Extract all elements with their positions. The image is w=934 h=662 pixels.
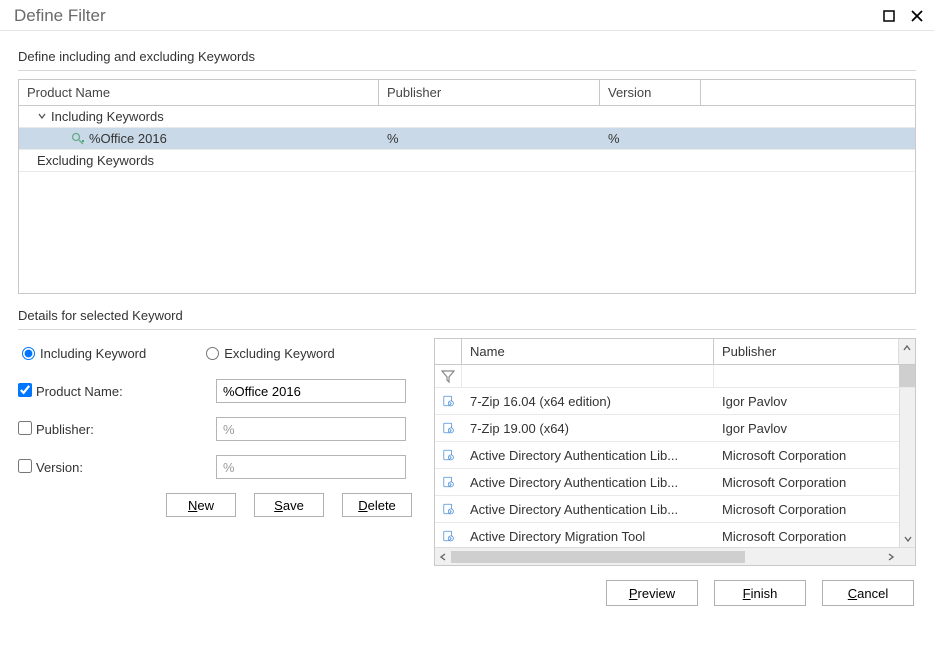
footer-buttons: Preview Finish Cancel — [18, 580, 916, 606]
window-controls — [882, 9, 924, 23]
cancel-button[interactable]: Cancel — [822, 580, 914, 606]
results-header-publisher[interactable]: Publisher — [714, 339, 898, 364]
maximize-icon — [883, 10, 895, 22]
app-icon — [435, 475, 462, 489]
excluding-radio-label: Excluding Keyword — [224, 346, 335, 361]
result-publisher: Microsoft Corporation — [714, 448, 899, 463]
header-extra — [701, 80, 915, 105]
result-name: Active Directory Migration Tool — [462, 529, 714, 544]
scroll-down-button[interactable] — [900, 531, 915, 547]
list-item[interactable]: Active Directory Authentication Lib...Mi… — [435, 469, 899, 496]
divider — [18, 70, 916, 71]
excluding-group-label: Excluding Keywords — [37, 153, 154, 168]
filter-icon-cell[interactable] — [435, 365, 462, 387]
app-icon — [435, 502, 462, 516]
result-publisher: Igor Pavlov — [714, 421, 899, 436]
product-name-label: Product Name: — [36, 384, 216, 399]
details-label: Details for selected Keyword — [18, 308, 916, 323]
horizontal-scrollbar[interactable] — [435, 547, 915, 565]
excluding-keywords-group[interactable]: Excluding Keywords — [19, 150, 915, 172]
results-filter-row — [435, 365, 915, 388]
preview-button[interactable]: Preview — [606, 580, 698, 606]
results-header-icon — [435, 339, 462, 364]
details-section: Details for selected Keyword Including K… — [18, 308, 916, 566]
close-button[interactable] — [910, 9, 924, 23]
keywords-grid-body: Including Keywords %Office 2016 % % Excl… — [19, 106, 915, 293]
results-body: 7-Zip 16.04 (x64 edition)Igor Pavlov7-Zi… — [435, 388, 915, 547]
new-button[interactable]: New — [166, 493, 236, 517]
keyword-icon — [71, 132, 85, 146]
including-radio-label: Including Keyword — [40, 346, 146, 361]
content: Define including and excluding Keywords … — [0, 31, 934, 618]
list-item[interactable]: 7-Zip 16.04 (x64 edition)Igor Pavlov — [435, 388, 899, 415]
titlebar: Define Filter — [0, 0, 934, 31]
header-product-name[interactable]: Product Name — [19, 80, 379, 105]
including-group-label: Including Keywords — [51, 109, 164, 124]
keywords-grid-header: Product Name Publisher Version — [19, 80, 915, 106]
excluding-radio-input[interactable] — [206, 347, 219, 360]
version-checkbox[interactable] — [18, 459, 32, 473]
app-icon — [435, 421, 462, 435]
close-icon — [911, 10, 923, 22]
results-header-name[interactable]: Name — [462, 339, 714, 364]
publisher-input[interactable] — [216, 417, 406, 441]
top-section-label: Define including and excluding Keywords — [18, 49, 916, 64]
window-title: Define Filter — [14, 6, 106, 26]
version-input[interactable] — [216, 455, 406, 479]
keyword-version: % — [600, 128, 701, 149]
publisher-row: Publisher: — [18, 417, 416, 441]
list-item[interactable]: 7-Zip 19.00 (x64)Igor Pavlov — [435, 415, 899, 442]
product-name-row: Product Name: — [18, 379, 416, 403]
list-item[interactable]: Active Directory Authentication Lib...Mi… — [435, 496, 899, 523]
publisher-checkbox[interactable] — [18, 421, 32, 435]
scroll-thumb-top[interactable] — [899, 365, 915, 387]
filter-publisher-cell[interactable] — [714, 365, 899, 387]
keyword-publisher: % — [379, 128, 600, 149]
including-radio-input[interactable] — [22, 347, 35, 360]
vertical-scrollbar[interactable] — [899, 388, 915, 547]
result-publisher: Microsoft Corporation — [714, 529, 899, 544]
app-icon — [435, 394, 462, 408]
header-version[interactable]: Version — [600, 80, 701, 105]
including-keywords-group[interactable]: Including Keywords — [19, 106, 915, 128]
version-label: Version: — [36, 460, 216, 475]
product-name-input[interactable] — [216, 379, 406, 403]
maximize-button[interactable] — [882, 9, 896, 23]
result-name: Active Directory Authentication Lib... — [462, 448, 714, 463]
result-name: 7-Zip 19.00 (x64) — [462, 421, 714, 436]
hscroll-thumb[interactable] — [451, 551, 745, 563]
including-radio[interactable]: Including Keyword — [22, 346, 146, 361]
list-item[interactable]: Active Directory Authentication Lib...Mi… — [435, 442, 899, 469]
product-name-checkbox[interactable] — [18, 383, 32, 397]
result-publisher: Microsoft Corporation — [714, 475, 899, 490]
funnel-icon — [441, 369, 455, 383]
app-icon — [435, 448, 462, 462]
header-publisher[interactable]: Publisher — [379, 80, 600, 105]
publisher-label: Publisher: — [36, 422, 216, 437]
details-form: Including Keyword Excluding Keyword Prod… — [18, 338, 416, 566]
app-icon — [435, 529, 462, 543]
result-name: Active Directory Authentication Lib... — [462, 502, 714, 517]
keyword-row[interactable]: %Office 2016 % % — [19, 128, 915, 150]
version-row: Version: — [18, 455, 416, 479]
results-panel: Name Publisher — [434, 338, 916, 566]
keywords-grid: Product Name Publisher Version Including… — [18, 79, 916, 294]
keyword-name: %Office 2016 — [89, 131, 167, 146]
scroll-up-button[interactable] — [898, 339, 915, 364]
result-name: 7-Zip 16.04 (x64 edition) — [462, 394, 714, 409]
scroll-right-button[interactable] — [883, 552, 899, 562]
filter-name-cell[interactable] — [462, 365, 714, 387]
excluding-radio[interactable]: Excluding Keyword — [206, 346, 335, 361]
scroll-left-button[interactable] — [435, 552, 451, 562]
delete-button[interactable]: Delete — [342, 493, 412, 517]
list-item[interactable]: Active Directory Migration ToolMicrosoft… — [435, 523, 899, 547]
result-publisher: Microsoft Corporation — [714, 502, 899, 517]
results-header: Name Publisher — [435, 339, 915, 365]
chevron-down-icon[interactable] — [37, 109, 47, 124]
result-name: Active Directory Authentication Lib... — [462, 475, 714, 490]
divider — [18, 329, 916, 330]
finish-button[interactable]: Finish — [714, 580, 806, 606]
save-button[interactable]: Save — [254, 493, 324, 517]
result-publisher: Igor Pavlov — [714, 394, 899, 409]
